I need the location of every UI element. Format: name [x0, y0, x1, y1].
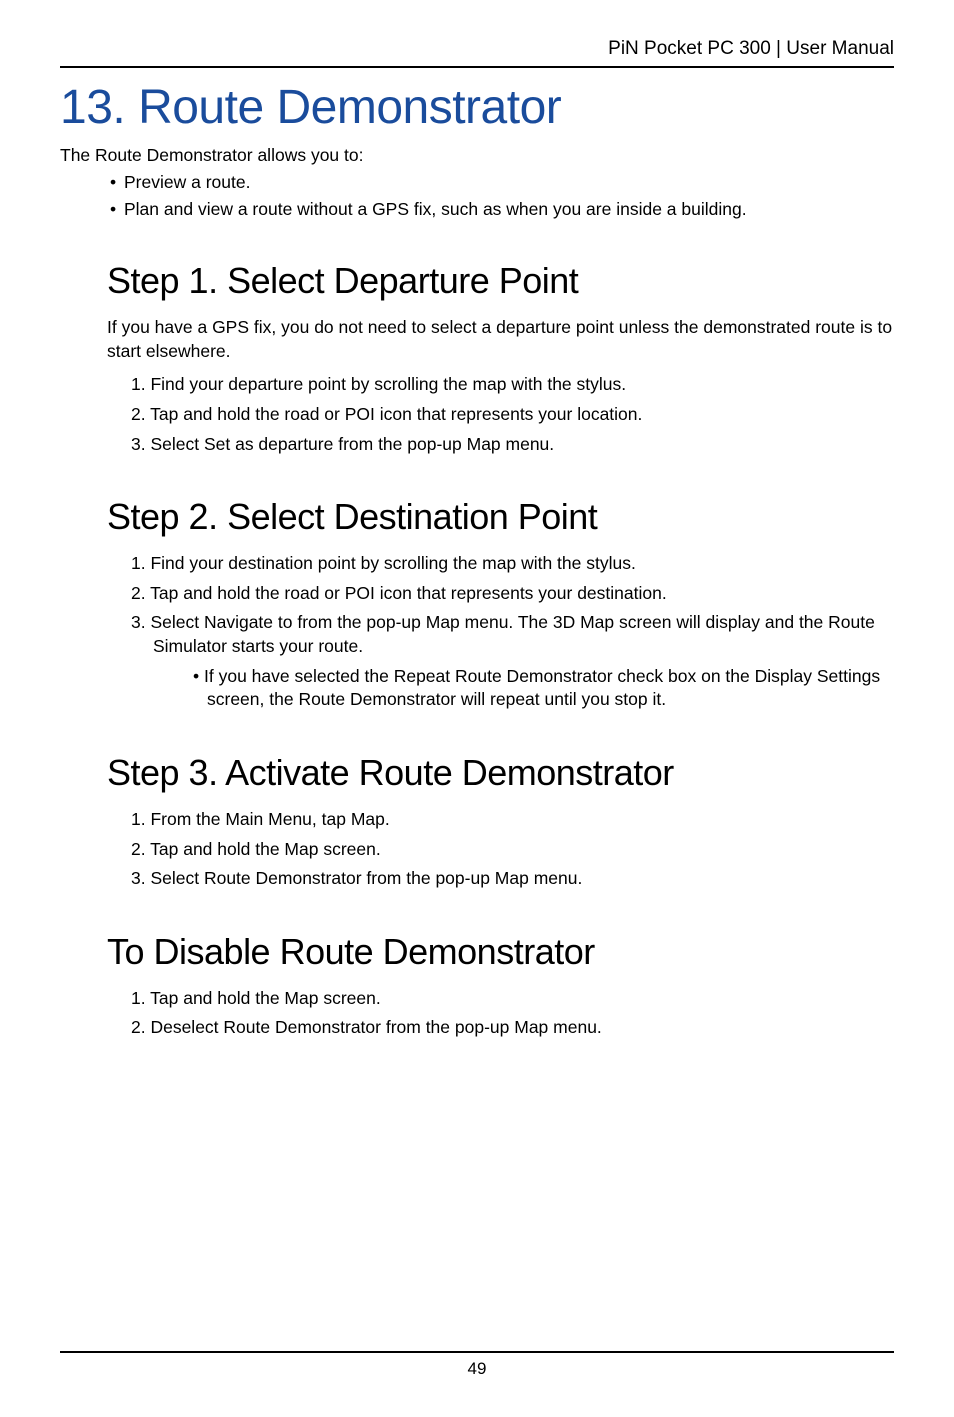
numbered-item: 2. Tap and hold the road or POI icon tha…: [131, 582, 894, 606]
sub-bullet-text: If you have selected the Repeat Route De…: [204, 666, 880, 710]
section-title: To Disable Route Demonstrator: [107, 931, 894, 973]
numbered-list: 1. Find your departure point by scrollin…: [131, 373, 894, 456]
section-disable: To Disable Route Demonstrator 1. Tap and…: [107, 931, 894, 1040]
bullet-item: Preview a route.: [110, 172, 894, 193]
footer-rule: 49: [60, 1351, 894, 1379]
section-step-2: Step 2. Select Destination Point 1. Find…: [107, 496, 894, 712]
bullet-item: Plan and view a route without a GPS fix,…: [110, 199, 894, 220]
numbered-item: 3. Select Set as departure from the pop-…: [131, 433, 894, 457]
page-footer: 49: [60, 1351, 894, 1379]
section-step-3: Step 3. Activate Route Demonstrator 1. F…: [107, 752, 894, 891]
page-header: PiN Pocket PC 300 | User Manual: [60, 38, 894, 68]
document-page: PiN Pocket PC 300 | User Manual 13. Rout…: [0, 0, 954, 1040]
section-title: Step 2. Select Destination Point: [107, 496, 894, 538]
numbered-item: 3. Select Navigate to from the pop-up Ma…: [131, 611, 894, 658]
section-title: Step 1. Select Departure Point: [107, 260, 894, 302]
section-intro: If you have a GPS fix, you do not need t…: [107, 316, 894, 363]
page-number: 49: [468, 1359, 487, 1378]
numbered-item: 1. From the Main Menu, tap Map.: [131, 808, 894, 832]
header-separator: |: [771, 38, 787, 59]
header-product: PiN Pocket PC 300: [608, 38, 771, 59]
numbered-list: 1. Tap and hold the Map screen. 2. Desel…: [131, 987, 894, 1040]
chapter-intro: The Route Demonstrator allows you to:: [60, 145, 894, 166]
numbered-item: 2. Deselect Route Demonstrator from the …: [131, 1016, 894, 1040]
numbered-list: 1. Find your destination point by scroll…: [131, 552, 894, 712]
sub-bullet-list: • If you have selected the Repeat Route …: [175, 665, 894, 712]
section-step-1: Step 1. Select Departure Point If you ha…: [107, 260, 894, 456]
header-doctype: User Manual: [786, 38, 894, 59]
section-title: Step 3. Activate Route Demonstrator: [107, 752, 894, 794]
numbered-list: 1. From the Main Menu, tap Map. 2. Tap a…: [131, 808, 894, 891]
sub-bullet-item: • If you have selected the Repeat Route …: [175, 665, 894, 712]
numbered-item: 2. Tap and hold the Map screen.: [131, 838, 894, 862]
chapter-title: 13. Route Demonstrator: [60, 80, 894, 135]
numbered-item: 1. Find your destination point by scroll…: [131, 552, 894, 576]
numbered-item: 1. Find your departure point by scrollin…: [131, 373, 894, 397]
chapter-bullet-list: Preview a route. Plan and view a route w…: [110, 172, 894, 220]
numbered-item: 2. Tap and hold the road or POI icon tha…: [131, 403, 894, 427]
numbered-item: 1. Tap and hold the Map screen.: [131, 987, 894, 1011]
numbered-item: 3. Select Route Demonstrator from the po…: [131, 867, 894, 891]
